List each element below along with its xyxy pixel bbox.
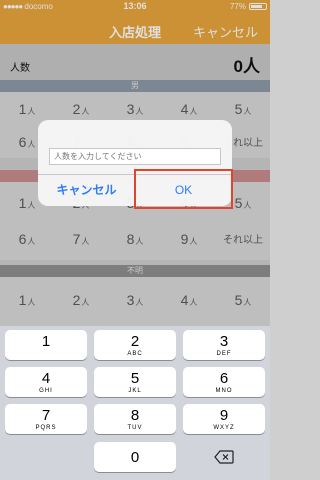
guest-count-input[interactable] (49, 148, 221, 165)
key-6[interactable]: 6 MNO (183, 367, 265, 397)
numeric-keypad: 1 2 ABC 3 DEF 4 GHI 5 JKL 6 MNO 7 PQRS 8 TUV 9W… (0, 326, 270, 480)
key-1[interactable]: 1 (5, 330, 87, 360)
key-2[interactable]: 2 ABC (94, 330, 176, 360)
key-8[interactable]: 8 TUV (94, 404, 176, 434)
key-3[interactable]: 3 DEF (183, 330, 265, 360)
key-0[interactable]: 0 (94, 442, 176, 472)
alert-cancel-button[interactable]: キャンセル (38, 175, 135, 206)
key-5[interactable]: 5 JKL (94, 367, 176, 397)
ok-button-highlight-box (134, 169, 233, 209)
key-4[interactable]: 4 GHI (5, 367, 87, 397)
delete-key[interactable] (183, 442, 265, 472)
key-7[interactable]: 7 PQRS (5, 404, 87, 434)
key-9[interactable]: 9 WXYZ (183, 404, 265, 434)
backspace-icon (214, 450, 234, 464)
